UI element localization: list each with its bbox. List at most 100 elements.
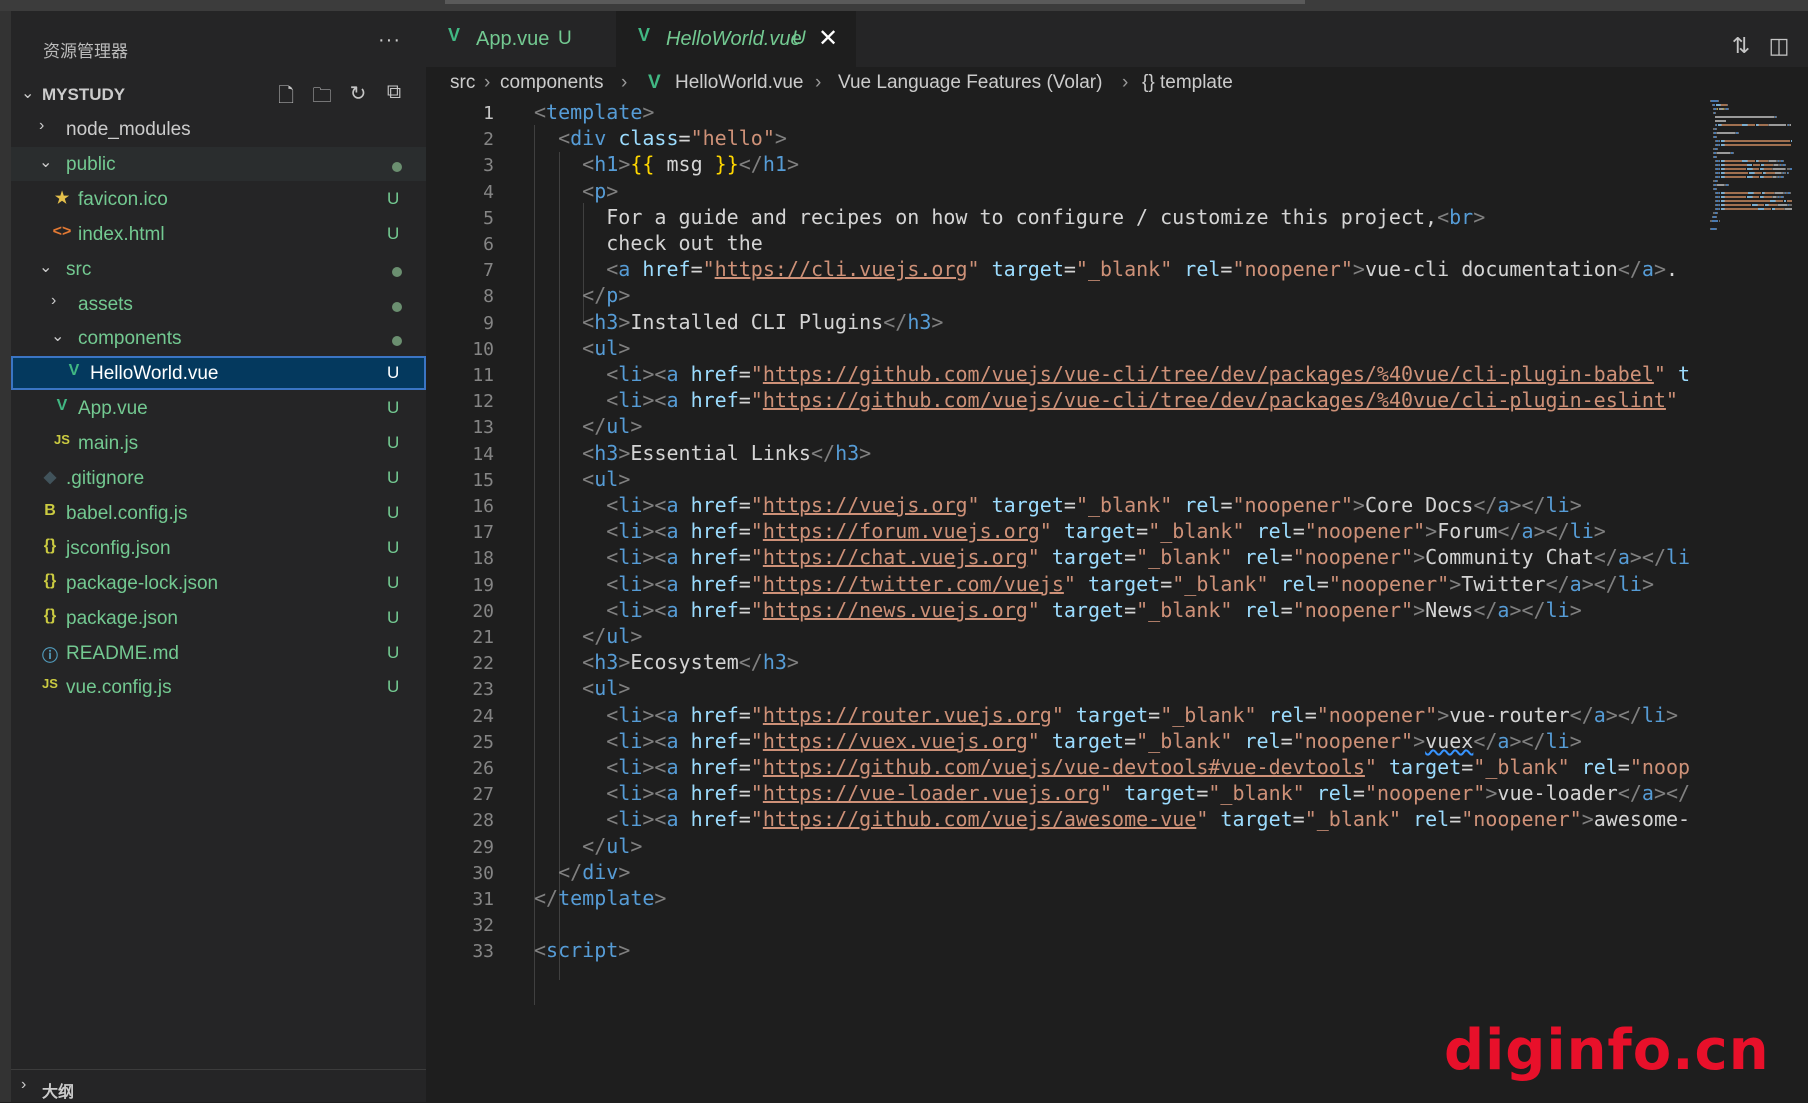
tree-item[interactable]: JS vue.config.js U xyxy=(11,670,426,704)
tab-helloworld-vue[interactable]: V HelloWorld.vue U ✕ xyxy=(616,11,856,67)
code-token: a xyxy=(666,545,679,570)
tree-item[interactable]: <> index.html U xyxy=(11,217,426,251)
code-line[interactable]: <li><a href="https://forum.vuejs.org" ta… xyxy=(534,519,1606,543)
tree-item[interactable]: ⓘ README.md U xyxy=(11,636,426,670)
breadcrumb-components[interactable]: components xyxy=(500,72,604,94)
code-token: > xyxy=(1413,597,1426,622)
tree-item[interactable]: V App.vue U xyxy=(11,391,426,425)
code-line[interactable]: </ul> xyxy=(534,414,642,438)
code-line[interactable]: <div class="hello"> xyxy=(534,126,787,150)
tree-item[interactable]: {} jsconfig.json U xyxy=(11,531,426,565)
tree-item[interactable]: › assets xyxy=(11,287,426,321)
code-line[interactable]: <li><a href="https://vue-loader.vuejs.or… xyxy=(534,781,1690,805)
line-number: 30 xyxy=(472,862,494,884)
code-line[interactable]: </p> xyxy=(534,283,630,307)
code-line[interactable]: <li><a href="https://github.com/vuejs/vu… xyxy=(534,362,1690,386)
tree-item[interactable]: ★ favicon.ico U xyxy=(11,182,426,216)
code-token: target xyxy=(1075,702,1149,727)
line-number: 2 xyxy=(483,129,494,151)
collapse-all-icon[interactable]: ⧉ xyxy=(381,81,407,107)
code-line[interactable]: <li><a href="https://chat.vuejs.org" tar… xyxy=(534,545,1690,569)
chevron-right-icon: › xyxy=(484,72,491,93)
code-line[interactable]: <ul> xyxy=(534,676,630,700)
code-line[interactable]: <li><a href="https://router.vuejs.org" t… xyxy=(534,703,1678,727)
code-token: li xyxy=(618,755,643,779)
refresh-icon[interactable]: ↻ xyxy=(345,81,371,107)
code-editor[interactable]: 1 <template> 2 <div class="hello"> 3 <h1>{{… xyxy=(426,100,1701,1102)
code-token: li xyxy=(618,362,643,386)
tree-item[interactable]: {} package-lock.json U xyxy=(11,566,426,600)
tree-item[interactable]: V HelloWorld.vue U xyxy=(11,356,426,391)
compare-changes-icon[interactable]: ⇅ xyxy=(1727,33,1755,59)
minimap-mark xyxy=(1715,112,1716,114)
code-token: = xyxy=(1352,781,1365,806)
code-line[interactable]: <li><a href="https://github.com/vuejs/vu… xyxy=(534,755,1690,779)
new-folder-icon[interactable]: 🗀 xyxy=(309,81,335,107)
code-line[interactable]: <li><a href="https://github.com/vuejs/vu… xyxy=(534,388,1678,412)
code-token: " xyxy=(1051,702,1064,727)
tree-item[interactable]: ⌄ components xyxy=(11,321,426,355)
code-line[interactable]: check out the xyxy=(534,231,763,255)
code-line[interactable]: </template> xyxy=(534,886,666,910)
code-line[interactable]: <h1>{{ msg }}</h1> xyxy=(534,152,799,176)
tab-app-vue[interactable]: V App.vue U xyxy=(426,11,616,67)
breadcrumb-file[interactable]: HelloWorld.vue xyxy=(675,72,803,94)
tree-item[interactable]: ⌄ src xyxy=(11,252,426,286)
code-line[interactable]: <ul> xyxy=(534,336,630,360)
code-line[interactable]: <h3>Installed CLI Plugins</h3> xyxy=(534,310,943,334)
tree-item[interactable]: {} package.json U xyxy=(11,601,426,635)
code-token: "noopener" xyxy=(1292,545,1414,570)
code-token: h1 xyxy=(762,152,787,177)
tree-item[interactable]: JS main.js U xyxy=(11,426,426,460)
title-scroll-thumb[interactable] xyxy=(445,0,1305,4)
code-line[interactable]: <a href="https://cli.vuejs.org" target="… xyxy=(534,257,1678,281)
code-token: < xyxy=(606,702,619,727)
code-token: = xyxy=(738,781,751,806)
code-token: > xyxy=(642,100,655,124)
breadcrumb-src[interactable]: src xyxy=(450,72,475,94)
code-token: target xyxy=(1220,807,1293,832)
line-number: 11 xyxy=(472,365,494,386)
code-line[interactable]: <li><a href="https://github.com/vuejs/aw… xyxy=(534,807,1690,831)
code-line[interactable]: </div> xyxy=(534,860,630,884)
code-line[interactable]: <h3>Essential Links</h3> xyxy=(534,441,871,465)
tree-item[interactable]: ⌄ public xyxy=(11,146,426,181)
code-line[interactable]: <li><a href="https://news.vuejs.org" tar… xyxy=(534,597,1581,622)
code-line[interactable]: <li><a href="https://vuejs.org" target="… xyxy=(534,493,1581,517)
code-line[interactable]: <template> xyxy=(534,100,654,124)
code-token: rel xyxy=(1184,493,1221,517)
minimap[interactable] xyxy=(1710,100,1808,260)
code-line[interactable]: <li><a href="https://vuex.vuejs.org" tar… xyxy=(534,728,1581,753)
minimap-mark xyxy=(1715,188,1717,190)
outline-section-header[interactable]: › 大纲 xyxy=(11,1069,426,1103)
tree-item[interactable]: › node_modules xyxy=(11,112,426,146)
tree-item[interactable]: ◆ .gitignore U xyxy=(11,461,426,495)
workspace-section-header[interactable]: ⌄ MYSTUDY 🗋 🗀 ↻ ⧉ xyxy=(11,79,426,111)
code-token: > xyxy=(1653,257,1666,282)
code-line[interactable]: For a guide and recipes on how to config… xyxy=(534,205,1485,229)
code-token: ></ xyxy=(1509,597,1546,622)
code-token: < xyxy=(582,309,595,334)
code-line[interactable]: <p> xyxy=(534,179,618,203)
code-line[interactable]: <li><a href="https://twitter.com/vuejs" … xyxy=(534,572,1654,596)
code-line[interactable]: <h3>Ecosystem</h3> xyxy=(534,650,799,674)
new-file-icon[interactable]: 🗋 xyxy=(273,81,299,107)
breadcrumb-language[interactable]: Vue Language Features (Volar) xyxy=(838,72,1102,94)
tree-item[interactable]: Bbabel.config.js U xyxy=(11,496,426,530)
code-token: rel xyxy=(1316,781,1353,806)
breadcrumb-symbol[interactable]: {} template xyxy=(1142,72,1233,94)
code-line[interactable]: <ul> xyxy=(534,467,630,491)
code-token: News xyxy=(1425,597,1474,622)
code-line[interactable]: </ul> xyxy=(534,834,642,858)
code-token: a xyxy=(1497,728,1510,753)
split-editor-icon[interactable]: ◫ xyxy=(1765,33,1793,59)
more-actions-icon[interactable]: ··· xyxy=(378,29,401,52)
code-line[interactable]: </ul> xyxy=(534,624,642,648)
code-line[interactable]: <script> xyxy=(534,938,630,962)
close-icon[interactable]: ✕ xyxy=(818,24,838,53)
